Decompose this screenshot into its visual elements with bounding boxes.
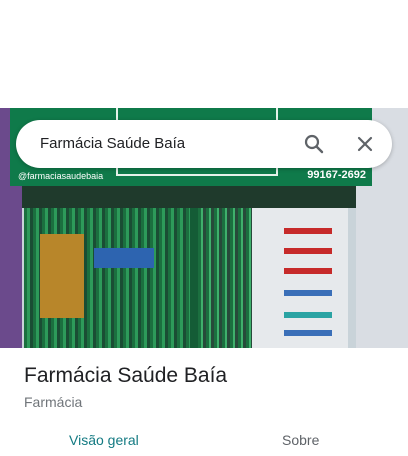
search-query-text[interactable]: Farmácia Saúde Baía <box>40 120 185 168</box>
storefront-window <box>198 208 348 348</box>
tab-about[interactable]: Sobre <box>282 432 319 448</box>
sign-social-handle: @farmaciasaudebaia <box>18 171 104 181</box>
sign-phone-number: 99167-2692 <box>307 169 366 181</box>
window-rack <box>284 248 332 254</box>
place-category: Farmácia <box>24 394 83 410</box>
storefront-pole <box>190 208 198 348</box>
window-rack <box>284 330 332 336</box>
tab-overview[interactable]: Visão geral <box>69 432 139 448</box>
shelf-products-blue <box>94 248 154 268</box>
storefront-lintel <box>22 186 356 208</box>
search-bar[interactable]: Farmácia Saúde Baía <box>16 120 392 168</box>
window-rack <box>284 268 332 274</box>
close-icon[interactable] <box>353 132 377 156</box>
window-rack <box>284 312 332 318</box>
place-title: Farmácia Saúde Baía <box>24 364 228 387</box>
place-tabs: Visão geral Sobre <box>0 420 408 456</box>
search-icon[interactable] <box>302 132 326 156</box>
shelf-products <box>40 234 84 318</box>
window-rack <box>284 228 332 234</box>
window-rack <box>284 290 332 296</box>
storefront-door <box>24 208 190 348</box>
window-curtain <box>198 208 252 348</box>
